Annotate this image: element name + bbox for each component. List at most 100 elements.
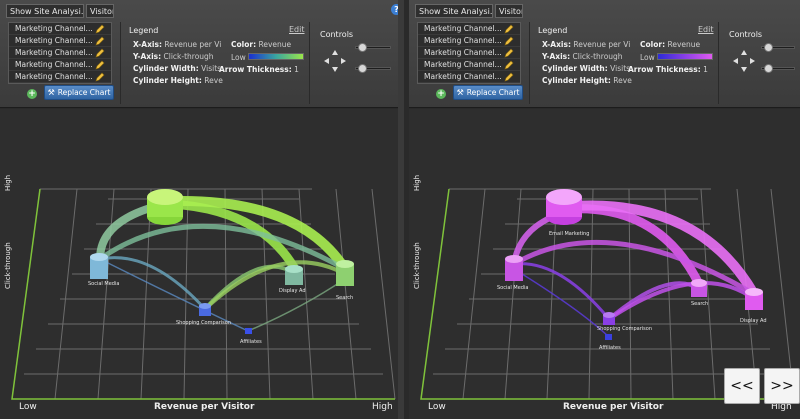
help-icon[interactable]: ?: [391, 4, 398, 15]
legend-arrow-thickness: Arrow Thickness: 1: [628, 65, 708, 74]
flow-arrows: [96, 195, 350, 332]
replace-chart-label: Replace Chart: [466, 88, 520, 97]
segment-select[interactable]: Visitor: [86, 4, 114, 18]
add-channel-button[interactable]: +: [436, 89, 446, 99]
chart-3d-canvas: Social Media Display Ad Search Shopping …: [11, 188, 396, 400]
legend-cylinder-width: Cylinder Width: Visits: [542, 64, 631, 73]
legend-x-axis: X-Axis: Revenue per Vi: [133, 40, 222, 49]
list-item-label: Marketing Channel...: [15, 24, 93, 33]
replace-chart-button[interactable]: ⚒ Replace Chart: [44, 85, 114, 100]
x-axis-label: Revenue per Visitor: [154, 402, 255, 412]
slider-knob[interactable]: [764, 64, 773, 73]
list-item[interactable]: Marketing Channel...: [9, 59, 111, 71]
legend-title: Legend: [538, 26, 568, 35]
legend-edit-link[interactable]: Edit: [698, 25, 714, 34]
rotate-slider[interactable]: [355, 64, 391, 73]
previous-button[interactable]: <<: [724, 368, 760, 404]
color-scale-bar: [248, 53, 304, 60]
right-toolbar: Show Site Analysi... Visitor Marketing C…: [409, 0, 800, 108]
list-item[interactable]: Marketing Channel...: [418, 23, 520, 35]
slider-knob[interactable]: [358, 43, 367, 52]
slider-knob[interactable]: [358, 64, 367, 73]
axis-lines: [11, 188, 395, 400]
legend-arrow-thickness: Arrow Thickness: 1: [219, 65, 299, 74]
chart-area[interactable]: Social Media Display Ad Search Shopping …: [0, 109, 398, 419]
list-item[interactable]: Marketing Channel...: [418, 71, 520, 83]
list-item[interactable]: Marketing Channel...: [9, 23, 111, 35]
legend-x-axis: X-Axis: Revenue per Vi: [542, 40, 631, 49]
add-channel-button[interactable]: +: [27, 89, 37, 99]
legend-cylinder-width: Cylinder Width: Visits: [133, 64, 222, 73]
pencil-icon[interactable]: [95, 60, 105, 70]
pencil-icon[interactable]: [95, 72, 105, 82]
list-item[interactable]: Marketing Channel...: [9, 71, 111, 83]
controls-title: Controls: [320, 30, 354, 39]
grid-floor: [11, 188, 396, 400]
color-scale-bar: [657, 53, 713, 60]
legend-panel: Legend Edit X-Axis: Revenue per Vi Y-Axi…: [120, 22, 310, 104]
node-label: Email Marketing: [549, 231, 589, 237]
right-chart-panel: Show Site Analysi... Visitor Marketing C…: [409, 0, 800, 419]
legend-edit-link[interactable]: Edit: [289, 25, 305, 34]
pan-arrows-icon[interactable]: [322, 48, 348, 74]
zoom-slider[interactable]: [355, 43, 391, 52]
pencil-icon[interactable]: [504, 72, 514, 82]
slider-knob[interactable]: [764, 43, 773, 52]
legend-low-label: Low: [640, 53, 655, 62]
hammer-icon: ⚒: [47, 88, 55, 97]
list-item[interactable]: Marketing Channel...: [418, 47, 520, 59]
rotate-slider[interactable]: [761, 64, 795, 73]
node-label: Display Ad: [279, 288, 306, 294]
pencil-icon[interactable]: [504, 36, 514, 46]
left-chart-panel: Show Site Analysi... Visitor Marketing C…: [0, 0, 404, 419]
next-button[interactable]: >>: [764, 368, 800, 404]
pencil-icon[interactable]: [504, 48, 514, 58]
replace-chart-label: Replace Chart: [57, 88, 111, 97]
list-item[interactable]: Marketing Channel...: [418, 35, 520, 47]
list-item[interactable]: Marketing Channel...: [418, 59, 520, 71]
legend-panel: Legend Edit X-Axis: Revenue per Vi Y-Axi…: [529, 22, 719, 104]
marketing-channel-list: Marketing Channel... Marketing Channel..…: [417, 22, 521, 84]
pan-arrows-icon[interactable]: [731, 48, 757, 74]
zoom-slider[interactable]: [761, 43, 795, 52]
legend-color: Color: Revenue: [231, 40, 292, 49]
list-item[interactable]: Marketing Channel...: [9, 47, 111, 59]
y-axis-label: Click-through: [413, 242, 421, 289]
list-item-label: Marketing Channel...: [15, 60, 93, 69]
node-label: Shopping Comparison: [597, 326, 652, 332]
y-axis-label: Click-through: [4, 242, 12, 289]
legend-title: Legend: [129, 26, 159, 35]
pencil-icon[interactable]: [504, 60, 514, 70]
node-label: Social Media: [497, 285, 528, 291]
list-item-label: Marketing Channel...: [424, 24, 502, 33]
pencil-icon[interactable]: [95, 36, 105, 46]
node-label: Search: [691, 301, 708, 307]
view-select[interactable]: Show Site Analysi...: [415, 4, 493, 18]
list-item-label: Marketing Channel...: [15, 48, 93, 57]
legend-cylinder-height: Cylinder Height: Reve: [542, 76, 632, 85]
node-labels: Social Media Display Ad Search Shopping …: [88, 281, 353, 345]
list-item-label: Marketing Channel...: [15, 36, 93, 45]
pencil-icon[interactable]: [95, 24, 105, 34]
legend-color: Color: Revenue: [640, 40, 701, 49]
marketing-channel-list: Marketing Channel... Marketing Channel..…: [8, 22, 112, 84]
flow-arrows: [511, 200, 759, 338]
node-label: Search: [336, 295, 353, 301]
view-select[interactable]: Show Site Analysi...: [6, 4, 84, 18]
legend-low-label: Low: [231, 53, 246, 62]
node-label: Affiliates: [240, 339, 262, 345]
pencil-icon[interactable]: [504, 24, 514, 34]
list-item-label: Marketing Channel...: [424, 72, 502, 81]
replace-chart-button[interactable]: ⚒ Replace Chart: [453, 85, 523, 100]
x-axis-high-label: High: [372, 402, 393, 412]
list-item[interactable]: Marketing Channel...: [9, 35, 111, 47]
pencil-icon[interactable]: [95, 48, 105, 58]
x-axis-label: Revenue per Visitor: [563, 402, 664, 412]
legend-y-axis: Y-Axis: Click-through: [542, 52, 623, 61]
segment-select[interactable]: Visitor: [495, 4, 523, 18]
x-axis-low-label: Low: [19, 402, 37, 412]
legend-y-axis: Y-Axis: Click-through: [133, 52, 214, 61]
left-toolbar: Show Site Analysi... Visitor Marketing C…: [0, 0, 398, 108]
y-axis-high-label: High: [413, 174, 421, 191]
node-label: Shopping Comparison: [176, 320, 231, 326]
